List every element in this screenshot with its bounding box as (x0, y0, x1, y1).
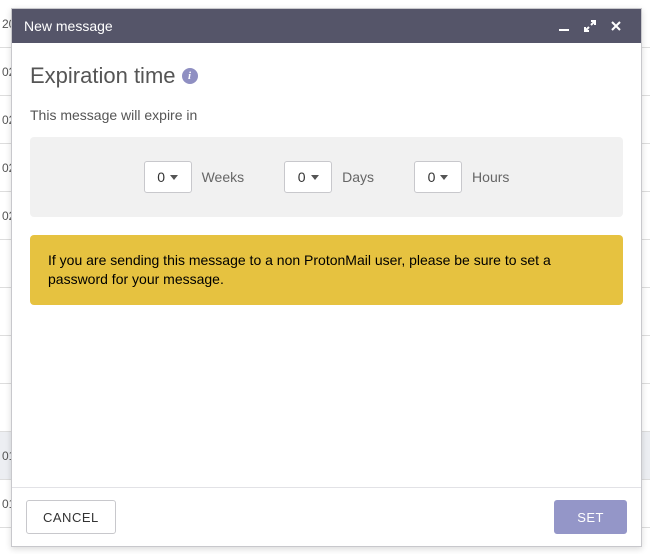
close-icon[interactable] (603, 13, 629, 39)
panel-heading: Expiration time i (30, 63, 623, 89)
footer: CANCEL SET (12, 487, 641, 546)
time-picker-box: 0 Weeks 0 Days 0 Hours (30, 137, 623, 217)
composer-window: New message Expiration time i This messa… (11, 8, 642, 547)
panel-subtext: This message will expire in (30, 107, 623, 123)
hours-value: 0 (428, 169, 436, 185)
window-title: New message (24, 18, 551, 34)
titlebar: New message (12, 9, 641, 43)
cancel-button[interactable]: CANCEL (26, 500, 116, 534)
weeks-group: 0 Weeks (144, 161, 245, 193)
weeks-value: 0 (157, 169, 165, 185)
days-value: 0 (298, 169, 306, 185)
hours-select[interactable]: 0 (414, 161, 462, 193)
days-group: 0 Days (284, 161, 374, 193)
warning-alert: If you are sending this message to a non… (30, 235, 623, 305)
chevron-down-icon (440, 175, 448, 180)
expand-icon[interactable] (577, 13, 603, 39)
set-button[interactable]: SET (554, 500, 627, 534)
hours-label: Hours (472, 169, 509, 185)
heading-text: Expiration time (30, 63, 176, 89)
days-select[interactable]: 0 (284, 161, 332, 193)
chevron-down-icon (170, 175, 178, 180)
info-icon[interactable]: i (182, 68, 198, 84)
weeks-label: Weeks (202, 169, 245, 185)
chevron-down-icon (311, 175, 319, 180)
minimize-icon[interactable] (551, 13, 577, 39)
weeks-select[interactable]: 0 (144, 161, 192, 193)
days-label: Days (342, 169, 374, 185)
hours-group: 0 Hours (414, 161, 509, 193)
composer-body: Expiration time i This message will expi… (12, 43, 641, 487)
